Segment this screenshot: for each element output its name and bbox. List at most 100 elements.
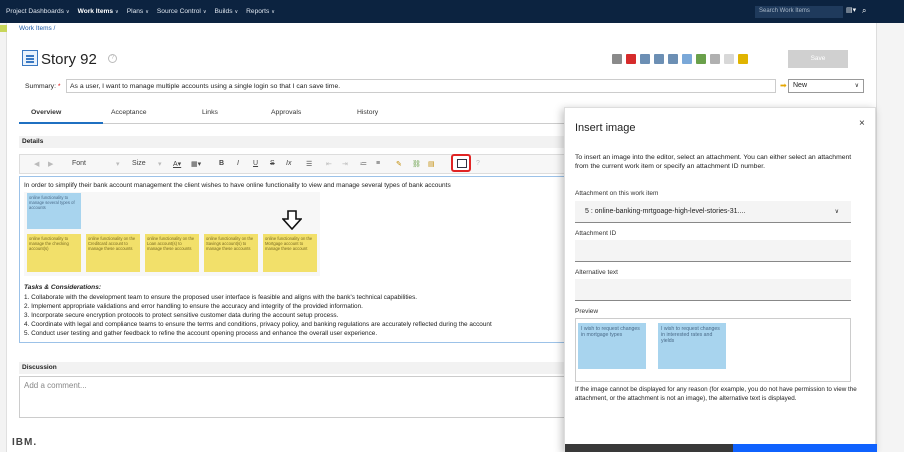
alt-text-label: Alternative text (575, 269, 618, 276)
link-icon[interactable]: ⛓ (412, 160, 421, 168)
sticky-note: online functionality on the Creditcard a… (86, 234, 140, 272)
dialog-note: If the image cannot be displayed for any… (575, 386, 857, 402)
ibm-logo: IBM. (12, 437, 38, 448)
pencil-icon[interactable]: ✎ (396, 160, 402, 168)
breadcrumb[interactable]: Work Items / (19, 25, 55, 32)
dialog-title: Insert image (575, 122, 636, 134)
duplicate-icon[interactable] (654, 54, 664, 64)
search-options-icon[interactable]: ▤▾ (846, 6, 860, 18)
task-item: 3. Incorporate secure encryption protoco… (24, 312, 339, 319)
comment-input[interactable]: Add a comment... (19, 376, 579, 418)
attach-icon[interactable] (710, 54, 720, 64)
attachment-label: Attachment on this work item (575, 190, 659, 197)
indent-icon[interactable]: ⇥ (342, 160, 348, 168)
preview-label: Preview (575, 308, 599, 315)
nav-project-dashboards[interactable]: Project Dashboards ∨ (6, 8, 70, 15)
nav-builds[interactable]: Builds ∨ (215, 8, 239, 15)
image-preview: I wish to request changes in mortgage ty… (575, 318, 851, 382)
alt-text-input[interactable] (575, 279, 851, 301)
state-select[interactable]: New ∨ (788, 79, 864, 93)
tab-overview[interactable]: Overview (31, 109, 61, 116)
tasks-heading: Tasks & Considerations: (24, 284, 102, 291)
task-item: 4. Coordinate with legal and compliance … (24, 321, 492, 328)
right-panel-scroll[interactable] (876, 23, 904, 452)
size-select[interactable]: Size (132, 160, 146, 167)
attachment-select[interactable]: 5 : online-banking-mrtgoage-high-level-s… (575, 201, 851, 223)
main-menu: Project Dashboards ∨ Work Items ∨ Plans ∨ S… (6, 8, 275, 15)
attachment-id-label: Attachment ID (575, 230, 617, 237)
bulleted-list-icon[interactable]: ≔ (360, 160, 367, 168)
grid-icon[interactable] (0, 25, 7, 32)
chevron-down-icon: ∨ (202, 9, 207, 15)
chevron-down-icon: ∨ (834, 209, 839, 215)
search-work-items-input[interactable]: Search Work Items (755, 6, 843, 18)
tab-acceptance[interactable]: Acceptance (111, 109, 147, 116)
insert-button[interactable] (733, 444, 877, 452)
chevron-down-icon: ∨ (145, 9, 149, 15)
plan-icon[interactable] (682, 54, 692, 64)
sticky-note: online functionality to manage the check… (27, 234, 81, 272)
pencil-icon[interactable] (738, 54, 748, 64)
sticky-note: online functionality on the Loan account… (145, 234, 199, 272)
tab-history[interactable]: History (357, 109, 378, 116)
insert-image-button[interactable] (451, 154, 471, 172)
undo-icon[interactable]: ◀ (34, 160, 39, 168)
tab-links[interactable]: Links (202, 109, 218, 116)
align-icon[interactable]: ☰ (306, 160, 312, 168)
sticky-note: online functionality on the Savings acco… (204, 234, 258, 272)
details-section-header[interactable]: Details (19, 136, 579, 148)
active-tab-indicator (19, 122, 103, 124)
tab-bar: Overview Acceptance Links Approvals Hist… (19, 102, 579, 124)
subscribe-icon[interactable] (696, 54, 706, 64)
page-title: Story 92 (41, 51, 97, 68)
help-icon[interactable]: ? (476, 160, 480, 167)
task-item: 2. Implement appropriate validations and… (24, 303, 363, 310)
delete-icon[interactable] (626, 54, 636, 64)
lock-icon[interactable] (724, 54, 734, 64)
table-icon[interactable]: ▤ (428, 160, 435, 168)
strikethrough-icon[interactable]: S (270, 160, 275, 167)
clear-format-icon[interactable]: Ix (286, 160, 291, 167)
italic-icon[interactable]: I (237, 160, 239, 167)
copy-icon[interactable] (640, 54, 650, 64)
nav-reports[interactable]: Reports ∨ (246, 8, 275, 15)
save-button[interactable]: Save (788, 50, 848, 68)
story-icon (22, 50, 38, 66)
work-item-toolbar (612, 54, 748, 64)
sticky-note: online functionality on the Mortgage acc… (263, 234, 317, 272)
search-icon[interactable]: ⌕ (862, 6, 874, 18)
nav-plans[interactable]: Plans ∨ (127, 8, 149, 15)
numbered-list-icon[interactable]: ≡ (376, 160, 380, 167)
sticky-note: I wish to request changes in mortgage ty… (578, 323, 646, 369)
nav-work-items[interactable]: Work Items ∨ (78, 8, 119, 15)
insert-image-dialog: Insert image × To insert an image into t… (564, 107, 877, 452)
bold-icon[interactable]: B (219, 160, 224, 167)
background-color-icon[interactable]: ▦▾ (191, 160, 201, 168)
chevron-down-icon: ∨ (65, 9, 70, 15)
close-icon[interactable]: × (859, 118, 865, 129)
chevron-down-icon: ∨ (234, 9, 239, 15)
chevron-down-icon: ∨ (115, 9, 119, 15)
underline-icon[interactable]: U (253, 160, 258, 167)
chevron-down-icon: ∨ (854, 83, 859, 89)
task-item: 1. Collaborate with the development team… (24, 294, 418, 301)
sticky-note: I wish to request changes in interested … (658, 323, 726, 369)
text-color-icon[interactable]: A▾ (173, 160, 181, 168)
summary-label: Summary: * (25, 83, 61, 90)
nav-source-control[interactable]: Source Control ∨ (157, 8, 207, 15)
font-select[interactable]: Font (72, 160, 86, 167)
discussion-section-header[interactable]: Discussion (19, 362, 579, 374)
editor-intro-text: In order to simplify their bank account … (24, 182, 451, 189)
link-icon[interactable] (668, 54, 678, 64)
top-nav-bar: Project Dashboards ∨ Work Items ∨ Plans ∨ S… (0, 0, 904, 23)
chevron-down-icon: ▾ (116, 161, 120, 168)
tab-approvals[interactable]: Approvals (271, 109, 301, 116)
print-icon[interactable] (612, 54, 622, 64)
redo-icon[interactable]: ▶ (48, 160, 53, 168)
outdent-icon[interactable]: ⇤ (326, 160, 332, 168)
cancel-button[interactable] (565, 444, 733, 452)
summary-input[interactable]: As a user, I want to manage multiple acc… (66, 79, 776, 93)
state-transition-icon: ➡ (780, 81, 787, 90)
attachment-id-input[interactable] (575, 240, 851, 262)
help-icon[interactable]: ? (108, 54, 117, 63)
